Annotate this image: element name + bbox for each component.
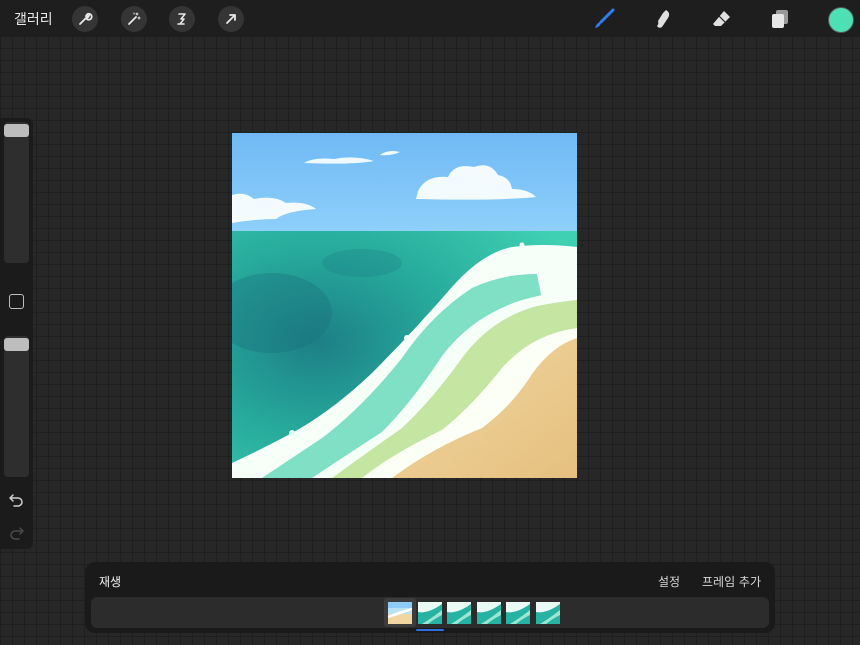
- actions-wrench-icon[interactable]: [72, 6, 98, 32]
- layers-icon[interactable]: [767, 6, 793, 32]
- play-button[interactable]: 재생: [99, 573, 121, 590]
- settings-button[interactable]: 설정: [658, 573, 680, 590]
- frame-thumbnail[interactable]: [447, 602, 471, 624]
- beach-illustration: [232, 133, 577, 478]
- color-picker-button[interactable]: [828, 7, 854, 33]
- frame-thumbnail[interactable]: [477, 602, 501, 624]
- opacity-slider[interactable]: [4, 336, 29, 477]
- frame-thumbnail[interactable]: [388, 602, 412, 624]
- redo-icon[interactable]: [8, 524, 25, 541]
- brush-size-slider[interactable]: [4, 122, 29, 263]
- frame-thumbnail[interactable]: [536, 602, 560, 624]
- top-toolbar: 갤러리: [0, 0, 860, 37]
- add-frame-button[interactable]: 프레임 추가: [702, 573, 761, 590]
- animation-assist-panel: 재생 설정 프레임 추가: [85, 562, 775, 633]
- smudge-icon[interactable]: [650, 6, 676, 32]
- selection-icon[interactable]: [169, 6, 195, 32]
- current-frame-indicator: [416, 629, 444, 631]
- gallery-button[interactable]: 갤러리: [14, 9, 53, 29]
- brush-size-thumb[interactable]: [4, 124, 29, 137]
- left-sidebar: [0, 118, 33, 549]
- undo-icon[interactable]: [8, 491, 25, 508]
- eraser-icon[interactable]: [709, 6, 735, 32]
- frame-timeline[interactable]: [91, 597, 769, 628]
- modify-button-square-icon[interactable]: [9, 294, 24, 309]
- frame-thumbnail[interactable]: [418, 602, 442, 624]
- adjustments-magic-wand-icon[interactable]: [121, 6, 147, 32]
- transform-arrow-icon[interactable]: [218, 6, 244, 32]
- brush-icon[interactable]: [591, 6, 617, 32]
- frame-thumbnail[interactable]: [506, 602, 530, 624]
- canvas-artwork[interactable]: [232, 133, 577, 478]
- opacity-thumb[interactable]: [4, 338, 29, 351]
